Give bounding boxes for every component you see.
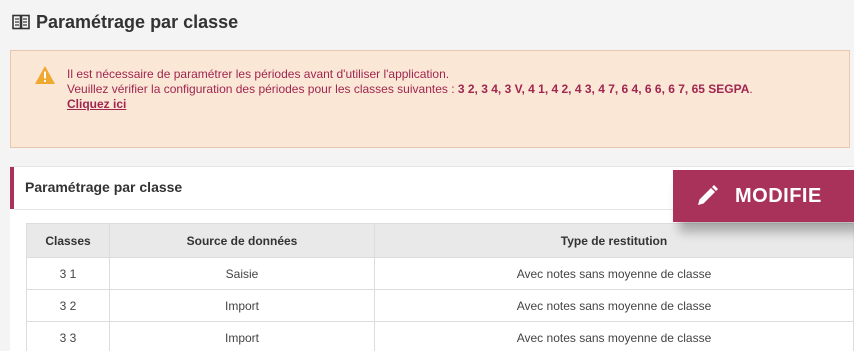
book-open-icon	[12, 14, 30, 30]
column-header-source: Source de données	[109, 223, 375, 258]
card-accent-bar	[10, 167, 14, 209]
page: Paramétrage par classe Il est nécessaire…	[0, 0, 854, 351]
column-header-type: Type de restitution	[374, 223, 854, 258]
cell-source: Saisie	[109, 257, 375, 290]
cell-classe: 3 1	[26, 257, 110, 290]
page-header: Paramétrage par classe	[0, 0, 854, 42]
class-settings-table-wrapper: Classes Source de données Type de restit…	[26, 223, 854, 351]
page-title: Paramétrage par classe	[36, 12, 239, 32]
column-header-classes: Classes	[26, 223, 110, 258]
alert-line-2: Veuillez vérifier la configuration des p…	[67, 82, 847, 97]
table-header-row: Classes Source de données Type de restit…	[26, 223, 854, 258]
alert-classes-list: 3 2, 3 4, 3 V, 4 1, 4 2, 4 3, 4 7, 6 4, …	[457, 82, 750, 96]
cell-type: Avec notes sans moyenne de classe	[374, 321, 854, 351]
class-settings-table: Classes Source de données Type de restit…	[26, 223, 854, 351]
click-here-link[interactable]: Cliquez ici	[67, 97, 126, 111]
cell-source: Import	[109, 321, 375, 351]
modify-button[interactable]: MODIFIE	[673, 170, 854, 222]
cell-classe: 3 2	[26, 289, 110, 322]
cell-classe: 3 3	[26, 321, 110, 351]
cell-type: Avec notes sans moyenne de classe	[374, 257, 854, 290]
cell-source: Import	[109, 289, 375, 322]
table-row: 3 1 Saisie Avec notes sans moyenne de cl…	[26, 257, 854, 290]
alert-text: Il est nécessaire de paramétrer les péri…	[67, 67, 847, 112]
table-row: 3 2 Import Avec notes sans moyenne de cl…	[26, 289, 854, 322]
alert-line-2-suffix: .	[749, 82, 753, 96]
card-title: Paramétrage par classe	[25, 179, 183, 195]
table-row: 3 3 Import Avec notes sans moyenne de cl…	[26, 321, 854, 351]
pencil-icon	[698, 185, 718, 205]
period-warning-alert: Il est nécessaire de paramétrer les péri…	[10, 50, 850, 148]
cell-type: Avec notes sans moyenne de classe	[374, 289, 854, 322]
alert-line-2-prefix: Veuillez vérifier la configuration des p…	[67, 82, 458, 96]
modify-button-label: MODIFIE	[735, 184, 822, 207]
alert-line-1: Il est nécessaire de paramétrer les péri…	[67, 67, 450, 81]
warning-icon	[35, 66, 55, 84]
